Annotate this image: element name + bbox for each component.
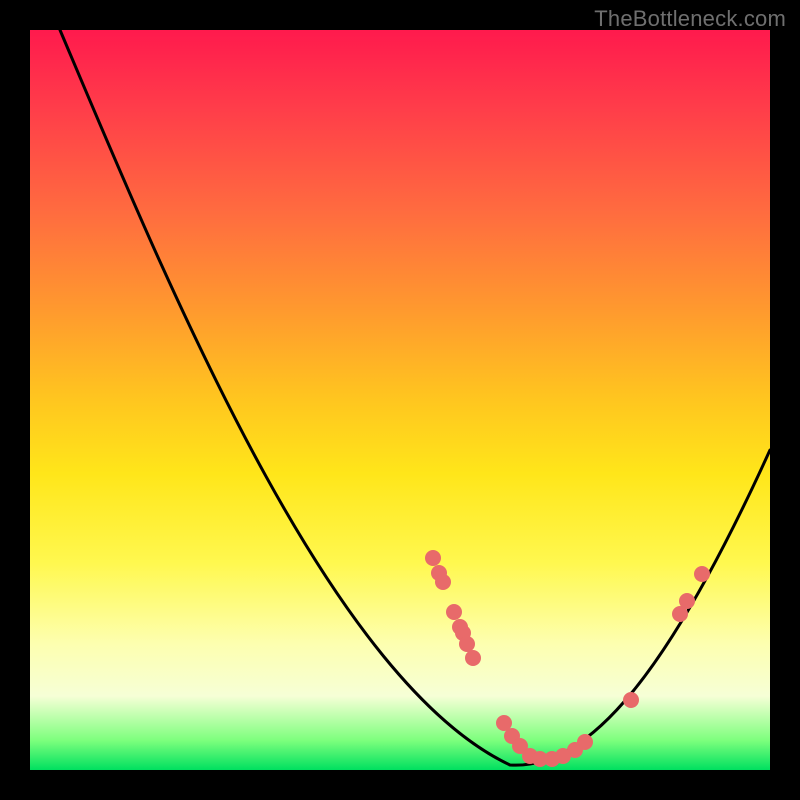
data-point — [459, 636, 475, 652]
data-point — [425, 550, 441, 566]
data-point — [679, 593, 695, 609]
bottleneck-curve — [60, 30, 770, 765]
data-point — [577, 734, 593, 750]
data-point — [435, 574, 451, 590]
watermark-text: TheBottleneck.com — [594, 6, 786, 32]
data-point — [465, 650, 481, 666]
data-point — [694, 566, 710, 582]
chart-stage: TheBottleneck.com — [0, 0, 800, 800]
plot-area — [30, 30, 770, 770]
chart-svg — [30, 30, 770, 770]
data-point — [623, 692, 639, 708]
data-point — [446, 604, 462, 620]
markers-group — [425, 550, 710, 767]
